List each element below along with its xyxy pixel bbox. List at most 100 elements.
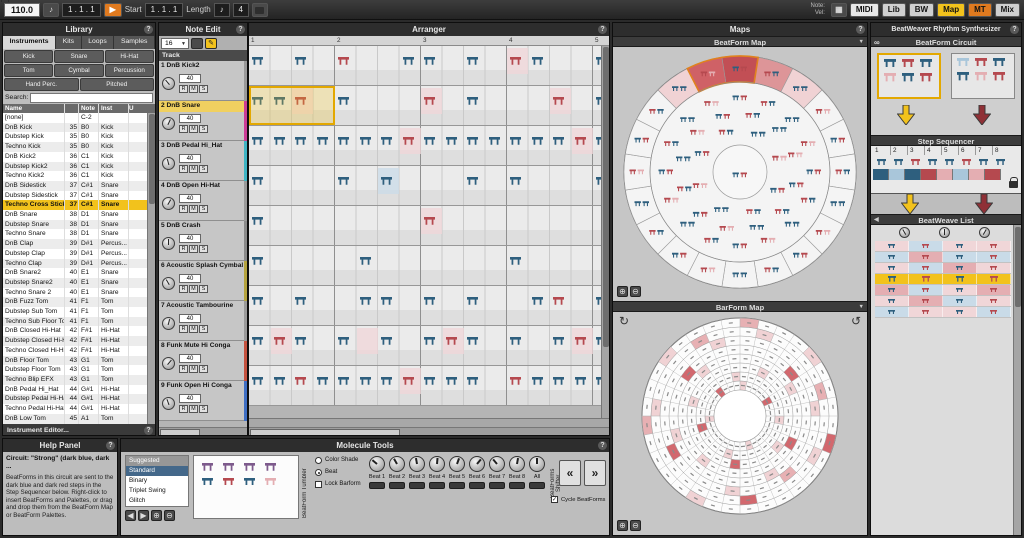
- library-row[interactable]: Dubstep Closed Hi-Hat42F#1Hi-Hat: [3, 336, 155, 346]
- beat-knob-menu[interactable]: [389, 482, 405, 489]
- barform-map[interactable]: ↻ ↺ ⊕ ⊖: [613, 312, 867, 535]
- beatweave-row[interactable]: [875, 285, 1011, 296]
- beat-knob[interactable]: [509, 456, 525, 472]
- search-input[interactable]: [30, 93, 153, 103]
- note-glyph[interactable]: [360, 292, 371, 310]
- track-knob[interactable]: [162, 237, 175, 250]
- library-row[interactable]: Techno Snare38D1Snare: [3, 229, 155, 239]
- library-row[interactable]: Dubstep Snare38D1Snare: [3, 220, 155, 230]
- track-r-button[interactable]: R: [179, 85, 188, 93]
- track-value[interactable]: 40: [179, 114, 201, 123]
- beat-knob-menu[interactable]: [469, 482, 485, 489]
- beatweave-cell[interactable]: [909, 296, 943, 306]
- library-row[interactable]: Dubstep Sub Tom41F1Tom: [3, 307, 155, 317]
- step-glyph[interactable]: [992, 155, 1009, 169]
- category-tom[interactable]: Tom: [4, 64, 53, 77]
- pencil-tool-button[interactable]: ✎: [205, 38, 217, 49]
- track-strip[interactable]: 3 DnB Pedal Hi_Hat40RMS: [159, 141, 247, 181]
- step-cell[interactable]: [889, 169, 905, 180]
- track-m-button[interactable]: M: [189, 405, 198, 413]
- note-glyph[interactable]: [252, 372, 263, 390]
- tempo-display[interactable]: 110.0: [4, 3, 40, 17]
- beatweave-cell[interactable]: [977, 307, 1011, 317]
- note-glyph[interactable]: [381, 172, 392, 190]
- step-glyph[interactable]: [941, 155, 958, 169]
- beatform-map-header[interactable]: BeatForm Map▼: [613, 36, 867, 47]
- beatform-list-item[interactable]: Glitch: [126, 496, 188, 506]
- library-tab-loops[interactable]: Loops: [82, 36, 115, 49]
- library-row[interactable]: DnB Snare240E1Snare: [3, 268, 155, 278]
- note-glyph[interactable]: [252, 332, 263, 350]
- beatform-style-list[interactable]: SuggestedStandardBinaryTriplet SwingGlit…: [125, 455, 189, 507]
- library-row[interactable]: [none]C-2: [3, 113, 155, 123]
- track-strip[interactable]: 7 Acoustic Tambourine40RMS: [159, 301, 247, 341]
- step-glyph[interactable]: [907, 155, 924, 169]
- track-value[interactable]: 40: [179, 314, 201, 323]
- note-glyph[interactable]: [252, 292, 263, 310]
- beatweave-row[interactable]: [875, 296, 1011, 307]
- circuit-group-selected[interactable]: [877, 53, 941, 99]
- category-snare[interactable]: Snare: [54, 50, 103, 63]
- track-value[interactable]: 40: [179, 194, 201, 203]
- track-r-button[interactable]: R: [179, 245, 188, 253]
- note-glyph[interactable]: [338, 172, 349, 190]
- step-cell[interactable]: [985, 169, 1001, 180]
- step-cell[interactable]: [921, 169, 937, 180]
- arranger-row[interactable]: [249, 46, 609, 86]
- library-row[interactable]: DnB Snare38D1Snare: [3, 210, 155, 220]
- zoom-in-icon[interactable]: ⊕: [151, 510, 162, 521]
- lock-icon[interactable]: [252, 3, 268, 17]
- beatform-circuit-header[interactable]: ∞BeatForm Circuit: [871, 36, 1021, 47]
- step-sequencer[interactable]: 12345678: [871, 146, 1021, 194]
- track-strip[interactable]: 9 Funk Open Hi Conga40RMS: [159, 381, 247, 421]
- library-tab-kits[interactable]: Kits: [56, 36, 82, 49]
- shift-left-button[interactable]: «: [559, 460, 581, 486]
- note-glyph[interactable]: [446, 132, 457, 150]
- track-s-button[interactable]: S: [199, 245, 208, 253]
- lock-barform-checkbox[interactable]: Lock Barform: [315, 481, 367, 488]
- track-knob[interactable]: [162, 77, 175, 90]
- library-row[interactable]: Dubstep Floor Tom43G1Tom: [3, 365, 155, 375]
- note-glyph[interactable]: [510, 172, 521, 190]
- beatform-preview[interactable]: [193, 455, 299, 519]
- note-glyph[interactable]: [338, 332, 349, 350]
- track-name[interactable]: 5 DnB Crash: [159, 221, 247, 232]
- note-glyph[interactable]: [467, 92, 478, 110]
- help-icon[interactable]: ?: [856, 25, 865, 34]
- note-glyph[interactable]: [489, 132, 500, 150]
- prev-icon[interactable]: ◀: [125, 510, 136, 521]
- track-r-button[interactable]: R: [179, 205, 188, 213]
- note-glyph[interactable]: [252, 212, 263, 230]
- arranger-overview[interactable]: [249, 418, 609, 427]
- track-s-button[interactable]: S: [199, 365, 208, 373]
- note-glyph[interactable]: [424, 52, 435, 70]
- arranger-row[interactable]: [249, 206, 609, 246]
- beatform-list-item[interactable]: Binary: [126, 476, 188, 486]
- track-s-button[interactable]: S: [199, 405, 208, 413]
- category-percussion[interactable]: Percussion: [105, 64, 154, 77]
- beat-knob[interactable]: [529, 456, 545, 472]
- track-strip[interactable]: 8 Funk Mute Hi Conga40RMS: [159, 341, 247, 381]
- beatweave-cell[interactable]: [909, 285, 943, 295]
- note-glyph[interactable]: [295, 52, 306, 70]
- category-pitched[interactable]: Pitched: [80, 78, 155, 91]
- track-r-button[interactable]: R: [179, 325, 188, 333]
- beat-knob-menu[interactable]: [409, 482, 425, 489]
- track-r-button[interactable]: R: [179, 285, 188, 293]
- note-glyph[interactable]: [403, 132, 414, 150]
- beat-knob[interactable]: [469, 456, 485, 472]
- beatweave-cell[interactable]: [875, 274, 909, 284]
- arranger-hscroll[interactable]: [249, 427, 609, 436]
- beatform-list-item[interactable]: Triplet Swing: [126, 486, 188, 496]
- track-m-button[interactable]: M: [189, 285, 198, 293]
- track-r-button[interactable]: R: [179, 405, 188, 413]
- zoom-in-icon[interactable]: ⊕: [617, 520, 628, 531]
- rotate-ccw-icon[interactable]: ↺: [851, 314, 861, 328]
- library-row[interactable]: Techno Kick236C1Kick: [3, 171, 155, 181]
- note-glyph[interactable]: [424, 132, 435, 150]
- library-row[interactable]: Dubstep Clap39D#1Percus...: [3, 249, 155, 259]
- note-glyph[interactable]: [295, 132, 306, 150]
- category-kick[interactable]: Kick: [4, 50, 53, 63]
- beatweave-cell[interactable]: [977, 274, 1011, 284]
- beat-knob-menu[interactable]: [509, 482, 525, 489]
